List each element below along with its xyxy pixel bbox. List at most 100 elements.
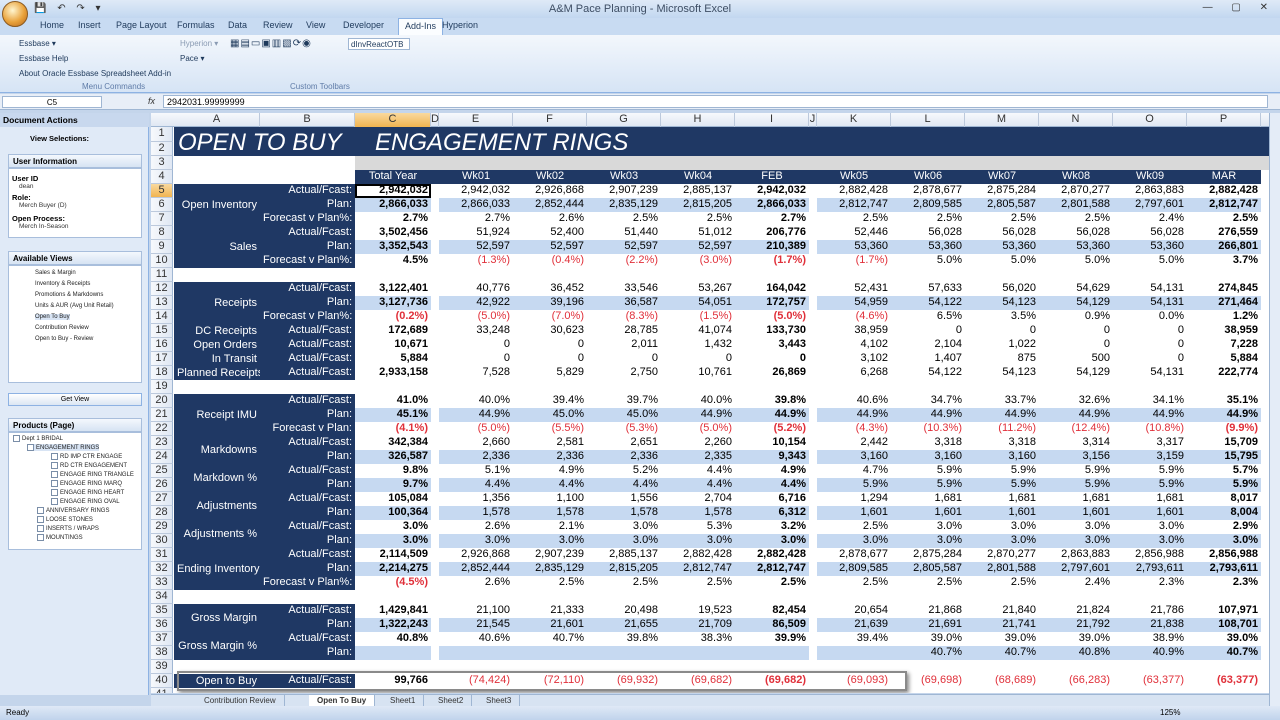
data-cell[interactable]: 39.0% xyxy=(1187,632,1261,646)
data-cell[interactable]: 39.8% xyxy=(587,632,661,646)
data-cell[interactable]: 2.3% xyxy=(1187,576,1261,590)
spacer[interactable] xyxy=(431,632,439,646)
row-header[interactable]: 14 xyxy=(151,310,173,324)
data-cell[interactable]: 107,971 xyxy=(1187,604,1261,618)
data-cell[interactable]: 133,730 xyxy=(735,324,809,338)
ribbon-tab[interactable]: Home xyxy=(40,20,64,30)
data-cell[interactable]: 21,824 xyxy=(1039,604,1113,618)
data-cell[interactable]: 40.8% xyxy=(1039,646,1113,660)
view-item[interactable]: Open to Buy - Review xyxy=(35,336,93,342)
data-cell[interactable]: 4.4% xyxy=(587,478,661,492)
data-cell[interactable]: 2,336 xyxy=(513,450,587,464)
data-cell[interactable]: 3.0% xyxy=(661,534,735,548)
tree-checkbox[interactable] xyxy=(51,480,58,487)
row-header[interactable]: 7 xyxy=(151,212,173,226)
data-cell[interactable]: 2,942,032 xyxy=(355,184,431,198)
view-item[interactable]: Inventory & Receipts xyxy=(35,281,90,287)
data-cell[interactable]: 40.7% xyxy=(1187,646,1261,660)
data-cell[interactable]: 41.0% xyxy=(355,394,431,408)
row-measure-label[interactable]: Forecast v Plan%: xyxy=(260,254,355,268)
tree-item[interactable]: LOOSE STONES xyxy=(37,516,93,523)
row-header[interactable]: 26 xyxy=(151,478,173,492)
row-header[interactable]: 17 xyxy=(151,352,173,366)
data-cell[interactable]: 5.9% xyxy=(965,464,1039,478)
data-cell[interactable]: 56,028 xyxy=(1039,226,1113,240)
data-cell[interactable]: 3.0% xyxy=(1113,534,1187,548)
spacer[interactable] xyxy=(431,534,439,548)
data-cell[interactable] xyxy=(355,646,431,660)
data-cell[interactable]: 0 xyxy=(439,352,513,366)
data-cell[interactable]: 210,389 xyxy=(735,240,809,254)
data-cell[interactable]: 86,509 xyxy=(735,618,809,632)
row-group-label[interactable]: Receipt IMU xyxy=(174,394,260,436)
data-cell[interactable]: 5,829 xyxy=(513,366,587,380)
row-header[interactable]: 8 xyxy=(151,226,173,240)
data-cell[interactable]: 51,012 xyxy=(661,226,735,240)
column-title[interactable]: Wk07 xyxy=(965,170,1039,184)
data-cell[interactable]: (10.3%) xyxy=(891,422,965,436)
data-cell[interactable]: 274,845 xyxy=(1187,282,1261,296)
row-measure-label[interactable]: Plan: xyxy=(260,450,355,464)
spacer[interactable] xyxy=(809,338,817,352)
data-cell[interactable]: 52,597 xyxy=(513,240,587,254)
data-cell[interactable]: 40.6% xyxy=(439,632,513,646)
row-header[interactable]: 31 xyxy=(151,548,173,562)
products-header[interactable]: Products (Page) xyxy=(8,418,142,432)
row-header[interactable]: 24 xyxy=(151,450,173,464)
data-cell[interactable]: 2,801,588 xyxy=(1039,198,1113,212)
data-cell[interactable]: 39.7% xyxy=(587,394,661,408)
spacer[interactable] xyxy=(431,366,439,380)
data-cell[interactable]: 44.9% xyxy=(735,408,809,422)
data-cell[interactable]: 2.5% xyxy=(1039,212,1113,226)
data-cell[interactable]: 2.9% xyxy=(1187,520,1261,534)
ribbon-tab[interactable]: Add-Ins xyxy=(398,18,444,35)
tree-item[interactable]: ENGAGE RING MARQ xyxy=(51,480,122,487)
row-header[interactable]: 15 xyxy=(151,324,173,338)
spacer[interactable] xyxy=(809,422,817,436)
ribbon-tab[interactable]: Insert xyxy=(78,20,101,30)
data-cell[interactable]: 28,785 xyxy=(587,324,661,338)
view-combo[interactable]: dInvReactOTB xyxy=(348,38,410,50)
data-cell[interactable]: 5.9% xyxy=(891,478,965,492)
data-cell[interactable]: 342,384 xyxy=(355,436,431,450)
data-cell[interactable]: 3.0% xyxy=(891,534,965,548)
row-measure-label[interactable]: Actual/Fcast: xyxy=(260,492,355,506)
data-cell[interactable]: 0.0% xyxy=(1113,310,1187,324)
data-cell[interactable]: 52,597 xyxy=(587,240,661,254)
tree-checkbox[interactable] xyxy=(51,462,58,469)
data-cell[interactable]: 2,336 xyxy=(587,450,661,464)
column-header[interactable]: P xyxy=(1187,113,1261,127)
data-cell[interactable]: 0 xyxy=(661,352,735,366)
data-cell[interactable]: 3,502,456 xyxy=(355,226,431,240)
data-cell[interactable]: (8.3%) xyxy=(587,310,661,324)
data-cell[interactable]: 1,601 xyxy=(1113,506,1187,520)
data-cell[interactable]: 54,629 xyxy=(1039,282,1113,296)
data-cell[interactable]: 53,360 xyxy=(891,240,965,254)
data-cell[interactable] xyxy=(817,646,891,660)
data-cell[interactable]: 1,407 xyxy=(891,352,965,366)
spacer[interactable] xyxy=(809,632,817,646)
data-cell[interactable]: 2,926,868 xyxy=(513,184,587,198)
data-cell[interactable]: 3.0% xyxy=(355,520,431,534)
ribbon-tab[interactable]: Page Layout xyxy=(116,20,167,30)
data-cell[interactable]: 44.9% xyxy=(1187,408,1261,422)
column-title[interactable]: Wk08 xyxy=(1039,170,1113,184)
data-cell[interactable]: 40.7% xyxy=(891,646,965,660)
row-measure-label[interactable]: Actual/Fcast: xyxy=(260,394,355,408)
data-cell[interactable]: 2,907,239 xyxy=(587,184,661,198)
data-cell[interactable]: 1,601 xyxy=(891,506,965,520)
spacer[interactable] xyxy=(431,646,439,660)
data-cell[interactable]: (5.0%) xyxy=(735,310,809,324)
spacer[interactable] xyxy=(809,296,817,310)
data-cell[interactable]: 2.5% xyxy=(661,576,735,590)
row-header[interactable]: 5 xyxy=(151,184,173,198)
data-cell[interactable]: 40.0% xyxy=(439,394,513,408)
column-header[interactable]: F xyxy=(513,113,587,127)
spacer[interactable] xyxy=(809,562,817,576)
data-cell[interactable]: 21,333 xyxy=(513,604,587,618)
data-cell[interactable]: 3.7% xyxy=(1187,254,1261,268)
data-cell[interactable]: 1,681 xyxy=(965,492,1039,506)
tree-checkbox[interactable] xyxy=(37,516,44,523)
spacer[interactable] xyxy=(809,282,817,296)
spacer[interactable] xyxy=(809,520,817,534)
